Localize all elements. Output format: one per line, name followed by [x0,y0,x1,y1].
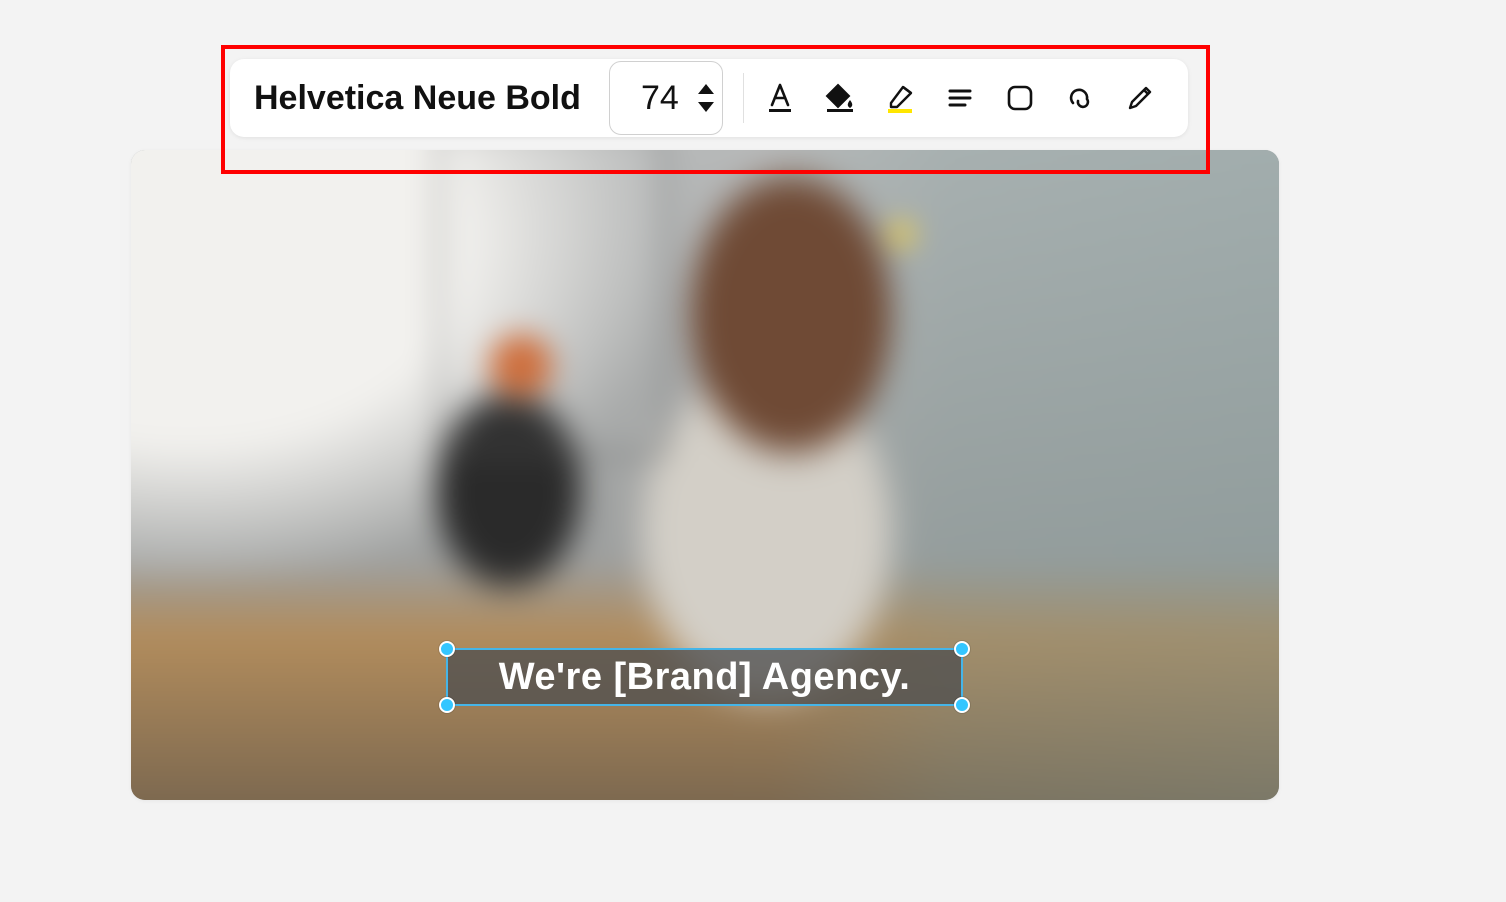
font-family-selector[interactable]: Helvetica Neue Bold [254,79,609,118]
fill-color-icon [823,81,857,115]
font-size-decrease-icon[interactable] [698,102,714,112]
resize-handle-bottom-right[interactable] [954,697,970,713]
highlight-icon [883,81,917,115]
fill-color-button[interactable] [810,68,870,128]
align-button[interactable] [930,68,990,128]
highlight-button[interactable] [870,68,930,128]
edit-button[interactable] [1110,68,1170,128]
resize-handle-top-right[interactable] [954,641,970,657]
selected-text-content: We're [Brand] Agency. [499,656,911,699]
edit-icon [1123,81,1157,115]
font-size-steppers [698,84,714,112]
text-color-icon [763,81,797,115]
text-color-button[interactable] [750,68,810,128]
font-size-increase-icon[interactable] [698,84,714,94]
font-size-value: 74 [636,79,684,118]
effects-icon [1063,81,1097,115]
align-icon [943,81,977,115]
toolbar-divider [743,73,744,123]
layer-button[interactable] [990,68,1050,128]
selected-text-element[interactable]: We're [Brand] Agency. [446,648,963,706]
editor-stage: We're [Brand] Agency. Helvetica Neue Bol… [0,0,1506,902]
font-size-input[interactable]: 74 [609,61,723,135]
layer-icon [1003,81,1037,115]
resize-handle-top-left[interactable] [439,641,455,657]
design-canvas[interactable]: We're [Brand] Agency. [131,150,1279,800]
text-toolbar: Helvetica Neue Bold 74 [230,59,1188,137]
effects-button[interactable] [1050,68,1110,128]
toolbar-annotation-box: Helvetica Neue Bold 74 [221,45,1210,174]
resize-handle-bottom-left[interactable] [439,697,455,713]
